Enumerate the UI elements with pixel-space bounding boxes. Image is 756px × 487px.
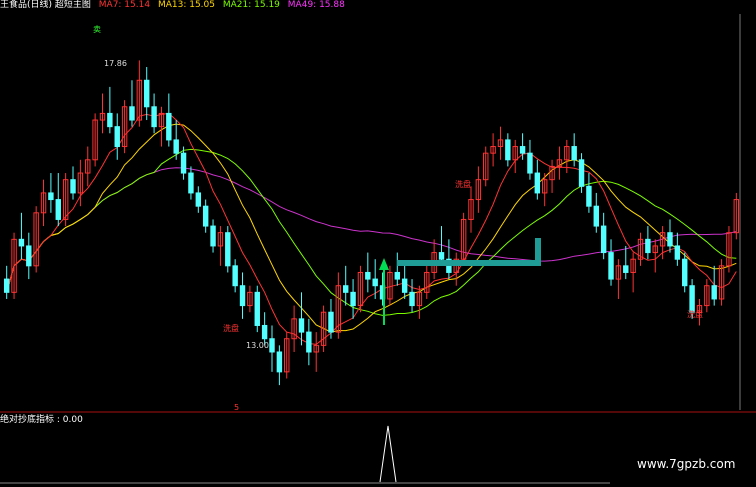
candle-body xyxy=(586,185,592,207)
ma7-line xyxy=(6,112,737,345)
candlestick-chart[interactable] xyxy=(0,0,756,487)
ma21-label: MA21: 15.19 xyxy=(222,0,280,10)
candle-body xyxy=(372,278,378,287)
chart-title: 王食品(日线) 超短主图 xyxy=(0,0,91,10)
candle-body xyxy=(70,179,76,194)
candle-body xyxy=(350,291,356,307)
candle-body xyxy=(534,172,541,194)
sub-indicator-spike xyxy=(379,425,397,483)
candle-body xyxy=(682,258,688,287)
candle-body xyxy=(166,112,172,141)
candle-body xyxy=(394,271,401,280)
candle-body xyxy=(667,232,673,247)
candle-body xyxy=(188,172,194,194)
ma49-label: MA49: 15.88 xyxy=(287,0,345,10)
candle-body xyxy=(409,291,415,307)
candle-body xyxy=(600,225,607,254)
candle-body xyxy=(401,278,408,293)
ma21-line xyxy=(6,148,737,316)
low-price-label: 13.00 xyxy=(246,341,269,350)
candle-body xyxy=(505,139,511,161)
ma7-label: MA7: 15.14 xyxy=(98,0,151,10)
high-price-label: 17.86 xyxy=(104,59,127,68)
ma13-line xyxy=(6,123,737,333)
candle-body xyxy=(210,225,216,247)
candle-body xyxy=(365,271,371,280)
candle-body xyxy=(18,238,25,247)
candle-body xyxy=(254,291,260,326)
sell-signal-label: 卖 xyxy=(93,25,101,34)
candle-body xyxy=(674,245,681,260)
candle-body xyxy=(519,146,526,154)
candle-body xyxy=(107,112,113,128)
candle-body xyxy=(527,152,533,174)
sub-indicator-label: 绝对抄底指标 : 0.00 xyxy=(0,415,83,425)
ma49-line xyxy=(6,167,737,293)
stock-chart-window: 王食品(日线) 超短主图 MA7: 15.14 MA13: 15.05 MA21… xyxy=(0,0,756,487)
candle-body xyxy=(571,146,577,161)
candle-body xyxy=(645,238,651,254)
candle-body xyxy=(711,285,717,300)
candle-body xyxy=(114,126,120,148)
shakeout-label-2: 洗盘 xyxy=(455,180,471,189)
candle-body xyxy=(48,192,54,201)
candle-body xyxy=(342,285,349,293)
candle-body xyxy=(26,245,32,267)
candle-body xyxy=(269,338,275,353)
candle-body xyxy=(232,265,238,287)
candle-body xyxy=(623,265,629,273)
candle-body xyxy=(239,285,246,307)
candle-body xyxy=(195,192,202,207)
shakeout-label-1: 洗盘 xyxy=(223,324,239,333)
buy-arrow-head xyxy=(379,258,389,270)
candle-body xyxy=(276,351,283,373)
candle-body xyxy=(55,199,61,220)
watermark: www.7gpzb.com xyxy=(637,457,736,471)
candle-body xyxy=(173,139,179,154)
candle-body xyxy=(129,106,135,121)
candle-body xyxy=(298,318,305,333)
candle-body xyxy=(306,331,312,353)
header-bar: 王食品(日线) 超短主图 MA7: 15.14 MA13: 15.05 MA21… xyxy=(0,0,350,11)
shakeout-label-3: 洗盘 xyxy=(687,310,703,319)
candle-body xyxy=(608,252,614,280)
bottom-marker-label: 5 xyxy=(234,403,240,412)
candle-body xyxy=(151,106,157,128)
candle-body xyxy=(578,159,585,187)
ma13-label: MA13: 15.05 xyxy=(157,0,215,10)
candle-body xyxy=(261,324,268,340)
candle-body xyxy=(202,205,209,227)
candle-body xyxy=(144,79,150,108)
candle-body xyxy=(593,205,599,227)
candle-body xyxy=(225,232,231,267)
candle-body xyxy=(3,278,10,293)
candle-body xyxy=(180,152,187,174)
candle-body xyxy=(328,311,334,333)
candle-body xyxy=(438,252,445,260)
